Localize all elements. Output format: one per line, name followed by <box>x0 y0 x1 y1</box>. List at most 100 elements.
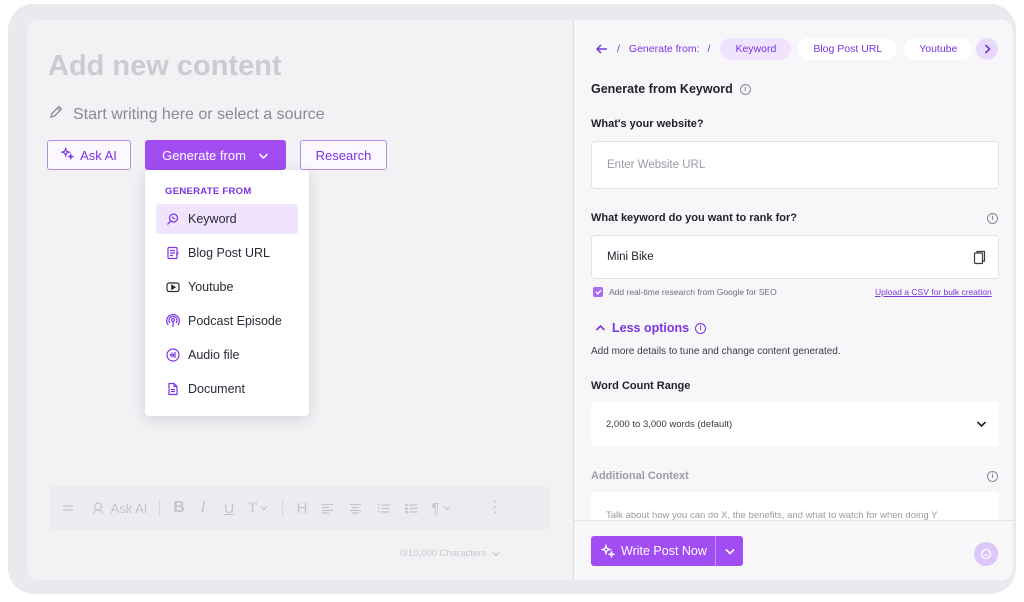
paste-icon[interactable] <box>973 250 986 265</box>
chevron-down-icon <box>976 421 987 428</box>
editor-pane: Add new content Start writing here or se… <box>27 20 573 580</box>
menu-item-blog-post-url[interactable]: Blog Post URL <box>156 238 298 268</box>
panel-footer: Write Post Now <box>574 520 1013 580</box>
start-writing-text: Start writing here or select a source <box>73 105 325 123</box>
app-screen: Add new content Start writing here or se… <box>27 20 1013 580</box>
word-count-label: Word Count Range <box>591 380 691 392</box>
upload-csv-link[interactable]: Upload a CSV for bulk creation <box>875 287 992 297</box>
character-counter: 0/10,000 Characters <box>400 548 500 559</box>
website-url-input[interactable]: Enter Website URL <box>591 141 999 189</box>
write-post-button: Write Post Now <box>591 536 743 566</box>
menu-item-audio-file[interactable]: Audio file <box>156 340 298 370</box>
menu-item-keyword[interactable]: Keyword <box>156 204 298 234</box>
menu-item-document[interactable]: Document <box>156 374 298 404</box>
pencil-icon <box>48 104 64 125</box>
menu-item-label: Keyword <box>188 212 237 226</box>
info-icon[interactable]: i <box>987 471 998 482</box>
ordered-list-icon[interactable] <box>369 498 397 518</box>
keyword-input[interactable]: Mini Bike <box>591 235 999 279</box>
blog-post-icon <box>166 246 180 260</box>
tab-keyword[interactable]: Keyword <box>720 38 792 60</box>
section-title-text: Generate from Keyword <box>591 82 733 96</box>
start-writing-prompt[interactable]: Start writing here or select a source <box>48 104 325 125</box>
less-options-toggle[interactable]: Less options i <box>595 321 707 335</box>
breadcrumb-separator: / <box>707 43 711 55</box>
assistant-icon <box>92 502 103 515</box>
realtime-research-checkbox[interactable] <box>593 287 603 297</box>
website-url-placeholder: Enter Website URL <box>607 159 706 171</box>
word-count-value: 2,000 to 3,000 words (default) <box>606 418 733 430</box>
generate-from-button[interactable]: Generate from <box>145 140 286 170</box>
formatting-toolbar: Ask AI B I U T H ¶ ⋮ <box>49 486 549 530</box>
menu-item-podcast-episode[interactable]: Podcast Episode <box>156 306 298 336</box>
toolbar-separator <box>159 499 160 517</box>
realtime-research-label: Add real-time research from Google for S… <box>609 287 777 297</box>
menu-item-label: Blog Post URL <box>188 246 270 260</box>
section-title: Generate from Keyword i <box>591 82 751 96</box>
italic-icon[interactable]: I <box>190 498 216 518</box>
menu-item-youtube[interactable]: Youtube <box>156 272 298 302</box>
research-label: Research <box>315 147 372 163</box>
realtime-research-option[interactable]: Add real-time research from Google for S… <box>593 287 777 297</box>
menu-item-label: Document <box>188 382 245 396</box>
podcast-icon <box>166 314 180 328</box>
youtube-icon <box>166 280 180 294</box>
word-count-select[interactable]: 2,000 to 3,000 words (default) <box>591 402 999 446</box>
sparkle-icon <box>601 544 615 558</box>
additional-context-label: Additional Context <box>591 470 689 482</box>
menu-header: GENERATE FROM <box>165 186 252 197</box>
breadcrumb: / Generate from: / Keyword Blog Post URL… <box>596 38 973 60</box>
chevron-up-icon <box>595 324 606 331</box>
underline-icon[interactable]: U <box>216 498 242 518</box>
paragraph-icon[interactable]: ¶ <box>425 498 457 518</box>
chevron-right-icon <box>984 44 991 54</box>
audio-file-icon <box>166 348 180 362</box>
menu-item-label: Youtube <box>188 280 234 294</box>
breadcrumb-label: Generate from: <box>628 43 700 55</box>
back-arrow-icon[interactable] <box>596 44 608 54</box>
align-left-icon[interactable] <box>313 498 341 518</box>
bold-icon[interactable]: B <box>168 498 190 518</box>
less-options-label: Less options <box>612 321 690 335</box>
generate-from-menu: GENERATE FROM Keyword Blog Post URL Yout… <box>145 170 309 416</box>
keyword-icon <box>166 212 180 226</box>
sparkle-icon <box>60 146 75 163</box>
chevron-down-icon <box>724 548 735 555</box>
ask-ai-button[interactable]: Ask AI <box>47 140 131 170</box>
options-helper-text: Add more details to tune and change cont… <box>591 346 841 357</box>
help-chat-button[interactable] <box>974 542 998 566</box>
write-post-now-button[interactable]: Write Post Now <box>591 536 715 566</box>
ask-ai-label: Ask AI <box>80 147 117 163</box>
info-icon[interactable]: i <box>739 83 751 95</box>
chevron-down-icon <box>492 551 500 556</box>
keyword-label: What keyword do you want to rank for? <box>591 212 797 224</box>
drag-handle-icon[interactable] <box>61 498 75 518</box>
info-icon[interactable]: i <box>695 322 707 334</box>
generate-from-label: Generate from <box>162 147 246 163</box>
research-button[interactable]: Research <box>300 140 387 170</box>
info-icon[interactable]: i <box>987 213 998 224</box>
generator-panel: / Generate from: / Keyword Blog Post URL… <box>574 20 1013 580</box>
bullet-list-icon[interactable] <box>397 498 425 518</box>
write-options-dropdown[interactable] <box>716 548 743 555</box>
keyword-value: Mini Bike <box>607 251 654 263</box>
toolbar-ask-ai-label: Ask AI <box>110 500 148 516</box>
tab-blog-post-url[interactable]: Blog Post URL <box>798 38 898 60</box>
tab-youtube[interactable]: Youtube <box>904 38 973 60</box>
breadcrumb-separator: / <box>617 43 620 55</box>
more-options-icon[interactable]: ⋮ <box>481 498 509 518</box>
page-title[interactable]: Add new content <box>48 50 282 83</box>
chevron-down-icon <box>258 148 269 163</box>
text-style-icon[interactable]: T <box>242 498 274 518</box>
toolbar-ask-ai-button[interactable]: Ask AI <box>87 498 151 518</box>
character-count-text: 0/10,000 Characters <box>400 548 487 559</box>
website-label: What's your website? <box>591 118 704 130</box>
align-center-icon[interactable] <box>341 498 369 518</box>
menu-item-label: Audio file <box>188 348 240 362</box>
heading-icon[interactable]: H <box>291 498 313 518</box>
chat-icon <box>980 548 992 560</box>
tabs-next-button[interactable] <box>976 38 998 60</box>
menu-item-label: Podcast Episode <box>188 314 282 328</box>
device-frame: Add new content Start writing here or se… <box>8 4 1016 594</box>
document-icon <box>166 382 180 396</box>
